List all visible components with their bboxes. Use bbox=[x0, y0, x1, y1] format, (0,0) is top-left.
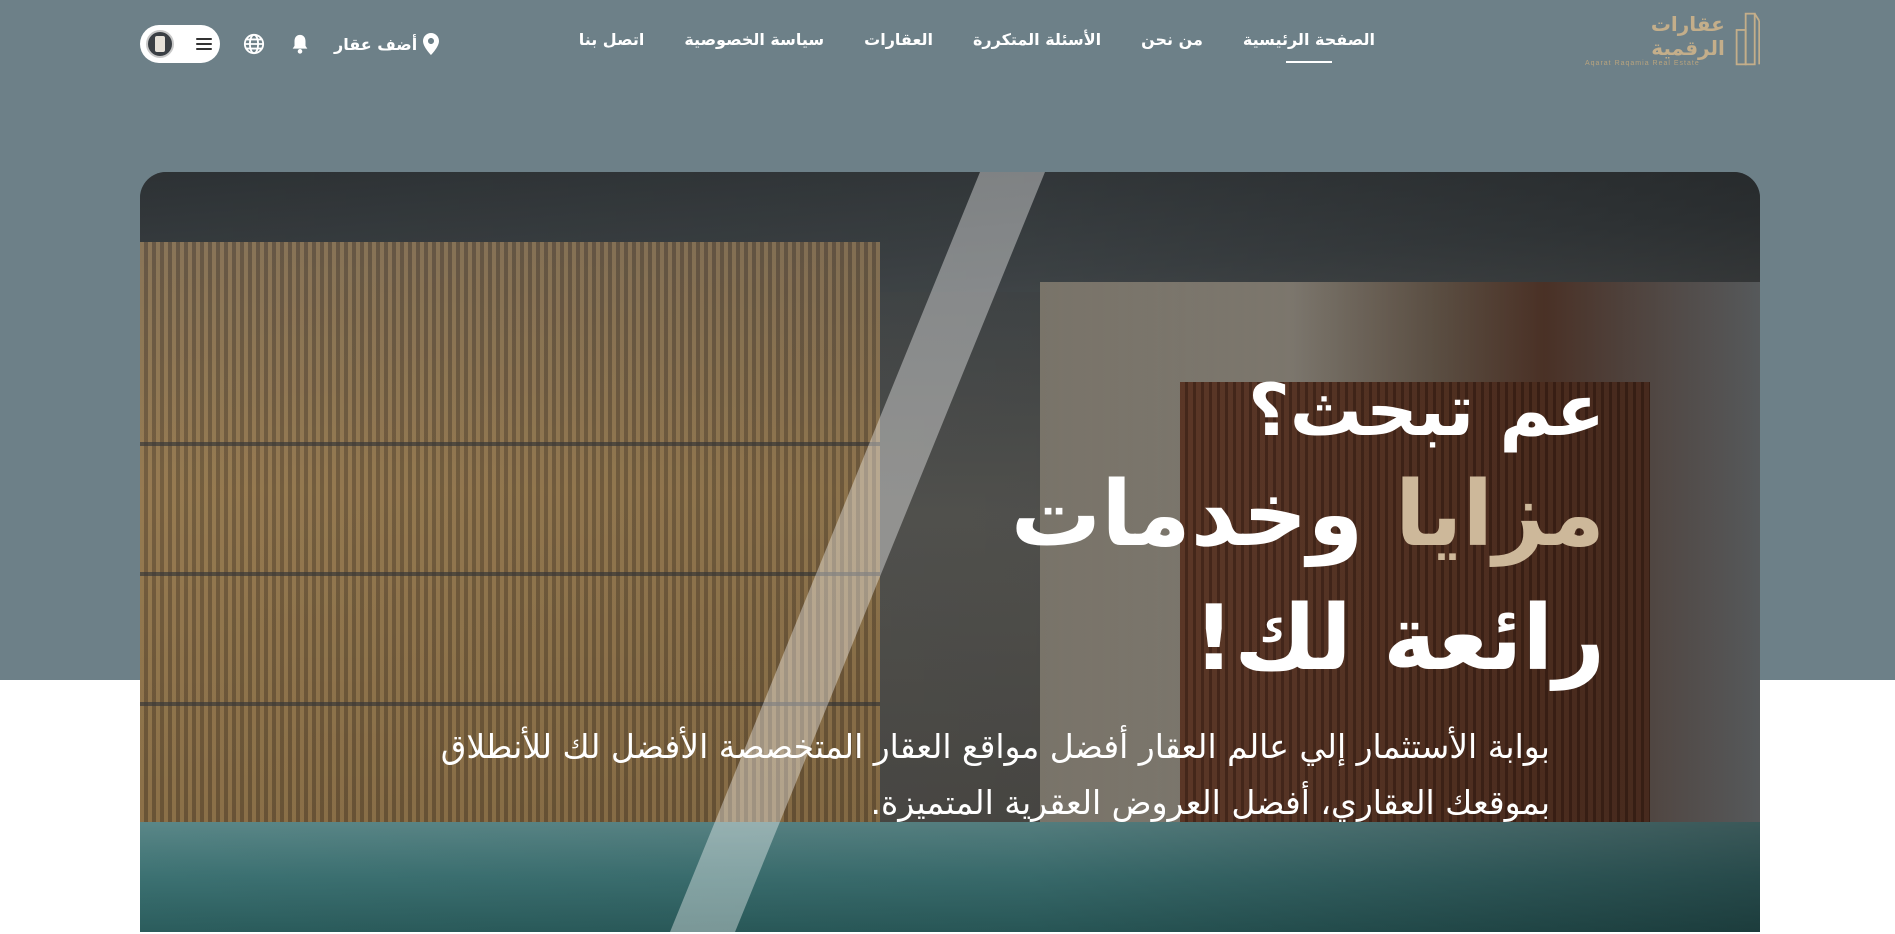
hero-headline-rest: وخدمات bbox=[1010, 462, 1364, 567]
nav-item-about[interactable]: من نحن bbox=[1141, 30, 1203, 49]
logo-text: عقارات الرقمية Aqarat Raqamia Real Estat… bbox=[1585, 12, 1725, 67]
user-avatar[interactable] bbox=[146, 30, 174, 58]
hero-headline-line2: مزايا وخدمات bbox=[405, 453, 1605, 577]
logo-tagline: Aqarat Raqamia Real Estate bbox=[1585, 59, 1700, 67]
nav-item-properties[interactable]: العقارات bbox=[864, 30, 933, 49]
add-property-link[interactable]: أضف عقار bbox=[334, 33, 440, 55]
user-menu-toggle[interactable] bbox=[140, 25, 220, 63]
location-pin-icon bbox=[423, 33, 440, 55]
site-logo[interactable]: عقارات الرقمية Aqarat Raqamia Real Estat… bbox=[1585, 8, 1760, 70]
hero-headline-accent: مزايا bbox=[1394, 462, 1605, 567]
globe-icon[interactable] bbox=[242, 32, 266, 56]
building-logo-icon bbox=[1735, 12, 1760, 66]
hamburger-menu-icon[interactable] bbox=[196, 38, 212, 50]
nav-item-contact[interactable]: اتصل بنا bbox=[579, 30, 645, 49]
hero-banner: عم تبحث؟ مزايا وخدمات رائعة لك! بوابة ال… bbox=[140, 172, 1760, 932]
bell-icon[interactable] bbox=[288, 32, 312, 56]
main-nav: الصفحة الرئيسية من نحن الأسئلة المتكررة … bbox=[579, 30, 1375, 49]
hero-headline-line3: رائعة لك! bbox=[1193, 586, 1605, 691]
hero-question: عم تبحث؟ bbox=[1247, 368, 1605, 452]
nav-item-home[interactable]: الصفحة الرئيسية bbox=[1243, 30, 1375, 49]
logo-name: عقارات الرقمية bbox=[1650, 11, 1725, 60]
site-header: عقارات الرقمية Aqarat Raqamia Real Estat… bbox=[0, 0, 1895, 90]
hero-text-block: عم تبحث؟ مزايا وخدمات رائعة لك! بوابة ال… bbox=[405, 367, 1605, 831]
header-tools: أضف عقار bbox=[140, 25, 440, 63]
avatar-image bbox=[155, 36, 165, 52]
hero-description: بوابة الأستثمار إلي عالم العقار أفضل موا… bbox=[440, 727, 1550, 822]
nav-item-faq[interactable]: الأسئلة المتكررة bbox=[973, 30, 1101, 49]
add-property-label: أضف عقار bbox=[334, 34, 418, 54]
nav-item-privacy[interactable]: سياسة الخصوصية bbox=[684, 30, 824, 49]
